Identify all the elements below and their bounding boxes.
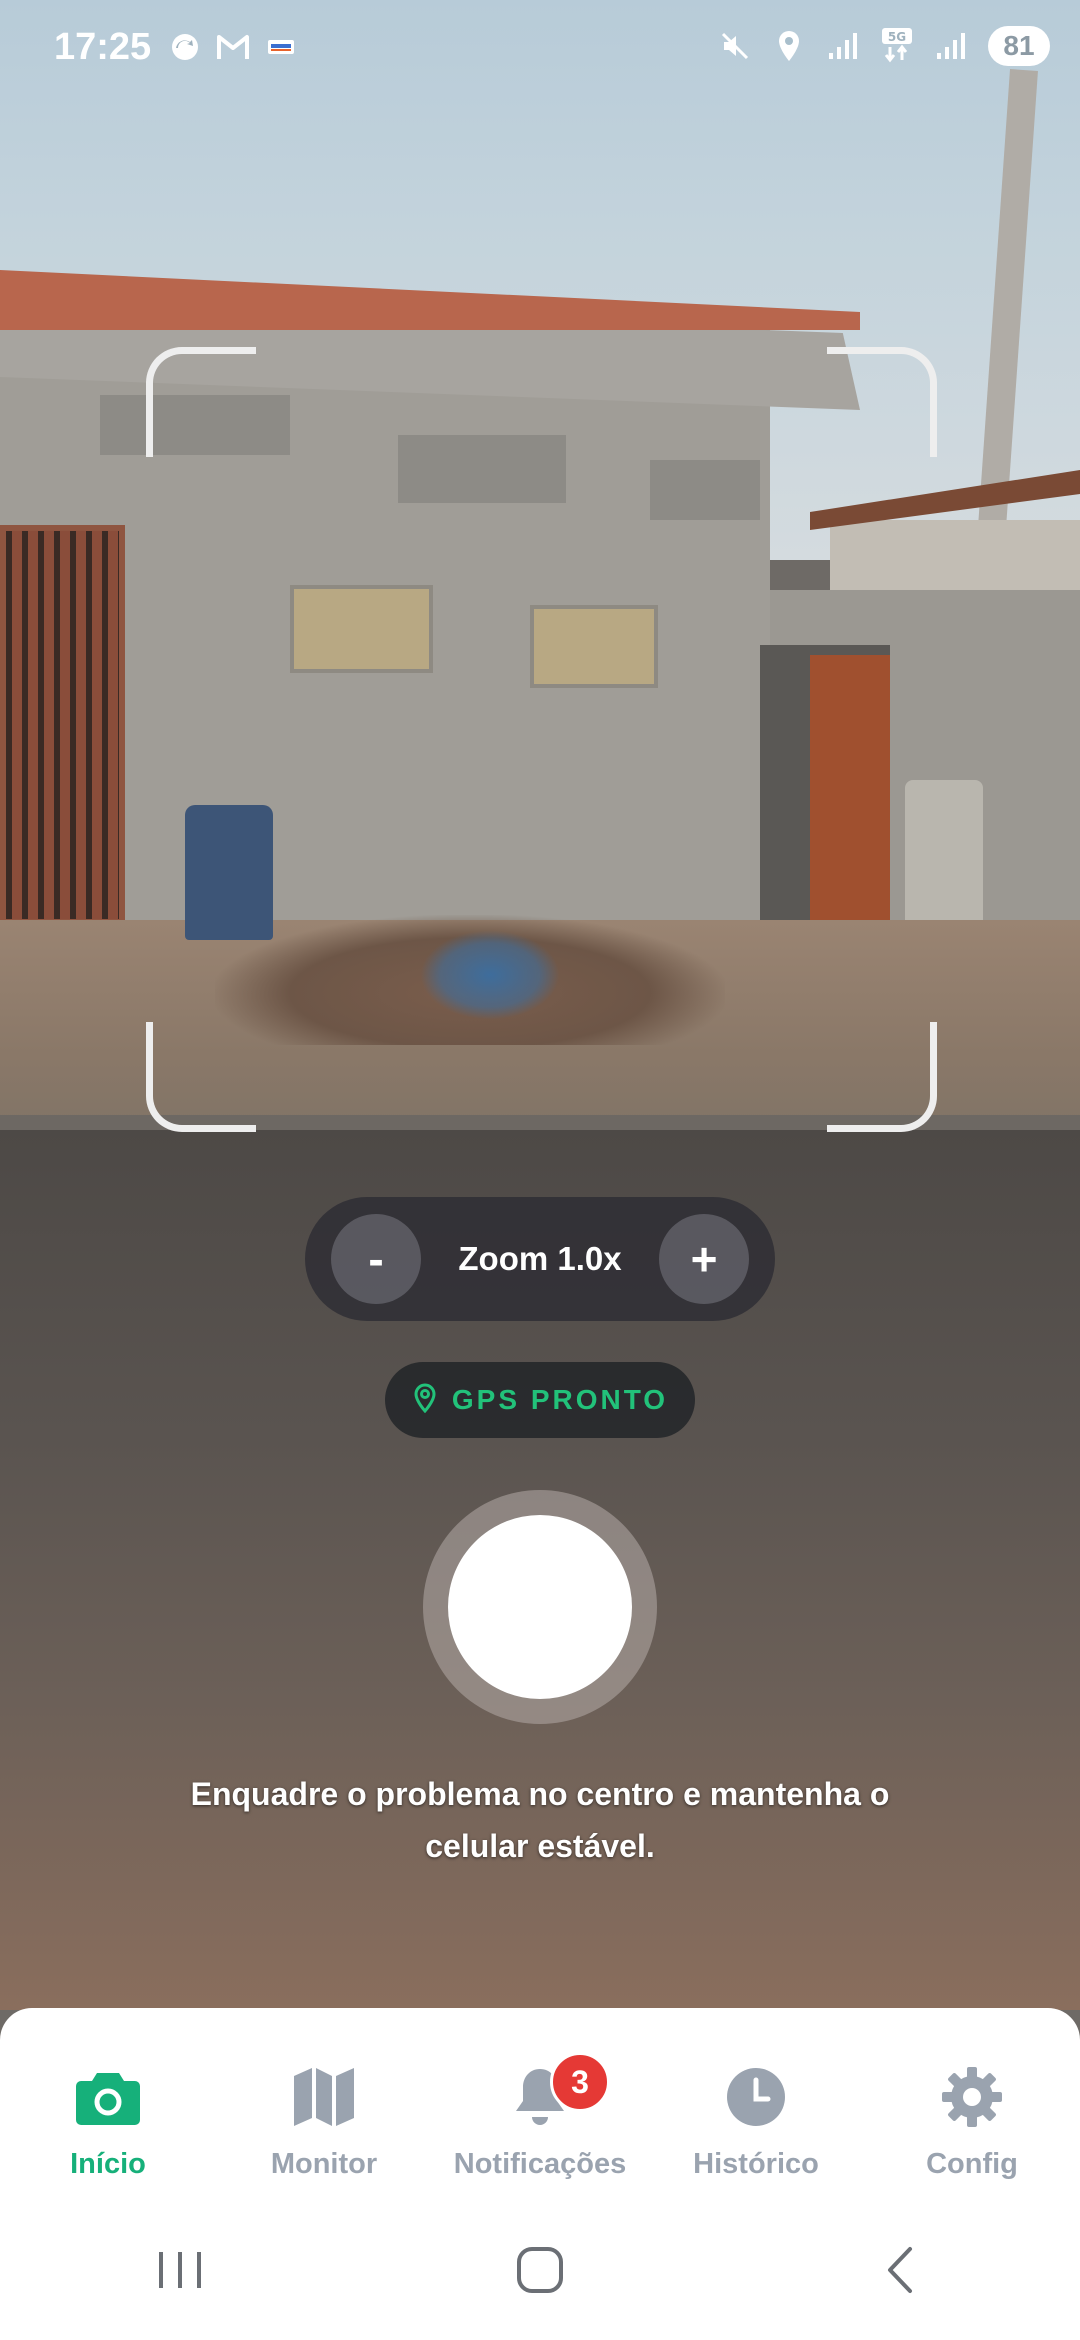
viewfinder-corner-bottom-right xyxy=(827,1022,937,1132)
nav-label-monitor: Monitor xyxy=(270,2148,378,2180)
nav-item-historico[interactable]: Histórico xyxy=(648,2008,864,2205)
sync-icon xyxy=(168,30,202,64)
signal-icon-2 xyxy=(934,29,968,63)
recent-apps-button[interactable] xyxy=(135,2228,225,2318)
nav-label-config: Config xyxy=(926,2148,1018,2180)
blue-tarp xyxy=(420,930,560,1020)
nav-item-config[interactable]: Config xyxy=(864,2008,1080,2205)
viewfinder-corner-top-left xyxy=(146,347,256,457)
zoom-out-button[interactable]: - xyxy=(331,1214,421,1304)
zoom-in-button[interactable]: + xyxy=(659,1214,749,1304)
vent xyxy=(398,435,566,503)
window xyxy=(290,585,433,673)
vent xyxy=(650,460,760,520)
clock-icon xyxy=(721,2064,791,2130)
home-button[interactable] xyxy=(495,2228,585,2318)
location-icon xyxy=(772,29,806,63)
zoom-control: - Zoom 1.0x + xyxy=(305,1197,775,1321)
nav-label-inicio: Início xyxy=(70,2148,146,2180)
nav-item-inicio[interactable]: Início xyxy=(0,2008,216,2205)
5g-signal-icon: 5G xyxy=(880,28,914,63)
back-button[interactable] xyxy=(855,2228,945,2318)
gps-status-text: GPS PRONTO xyxy=(451,1384,669,1415)
mute-icon xyxy=(718,29,752,63)
battery-indicator: 81 xyxy=(988,26,1050,66)
status-right-icons: 5G 81 xyxy=(718,26,1050,66)
home-icon xyxy=(515,2245,565,2300)
status-bar: 17:25 5G 81 xyxy=(0,0,1080,100)
viewfinder-corner-bottom-left xyxy=(146,1022,256,1132)
nav-label-historico: Histórico xyxy=(693,2148,819,2180)
status-time: 17:25 xyxy=(54,26,152,68)
svg-text:5G: 5G xyxy=(888,30,906,44)
zoom-level-label: Zoom 1.0x xyxy=(458,1240,622,1277)
shutter-button[interactable] xyxy=(448,1515,632,1699)
gps-status-badge: GPS PRONTO xyxy=(385,1362,695,1438)
system-navigation-bar xyxy=(0,2205,1080,2340)
signal-icon xyxy=(826,29,860,63)
nav-label-notificacoes: Notificações xyxy=(453,2148,627,2180)
gear-icon xyxy=(937,2064,1007,2130)
location-pin-icon xyxy=(412,1382,438,1418)
nav-item-notificacoes[interactable]: 3 Notificações xyxy=(432,2008,648,2205)
capture-hint: Enquadre o problema no centro e mantenha… xyxy=(190,1776,890,1864)
gmail-icon xyxy=(216,30,250,64)
door xyxy=(810,655,890,950)
back-icon xyxy=(880,2245,920,2300)
viewfinder-corner-top-right xyxy=(827,347,937,457)
map-icon xyxy=(289,2064,359,2130)
nav-item-monitor[interactable]: Monitor xyxy=(216,2008,432,2205)
camera-icon xyxy=(73,2064,143,2130)
cpfl-app-icon xyxy=(264,30,298,64)
window xyxy=(530,605,658,688)
recent-apps-icon xyxy=(155,2248,205,2297)
status-left-icons xyxy=(168,30,298,64)
bottom-navigation: Início Monitor 3 Notificações Histórico xyxy=(0,2008,1080,2205)
notification-count-badge: 3 xyxy=(550,2052,610,2112)
gate xyxy=(0,525,125,925)
